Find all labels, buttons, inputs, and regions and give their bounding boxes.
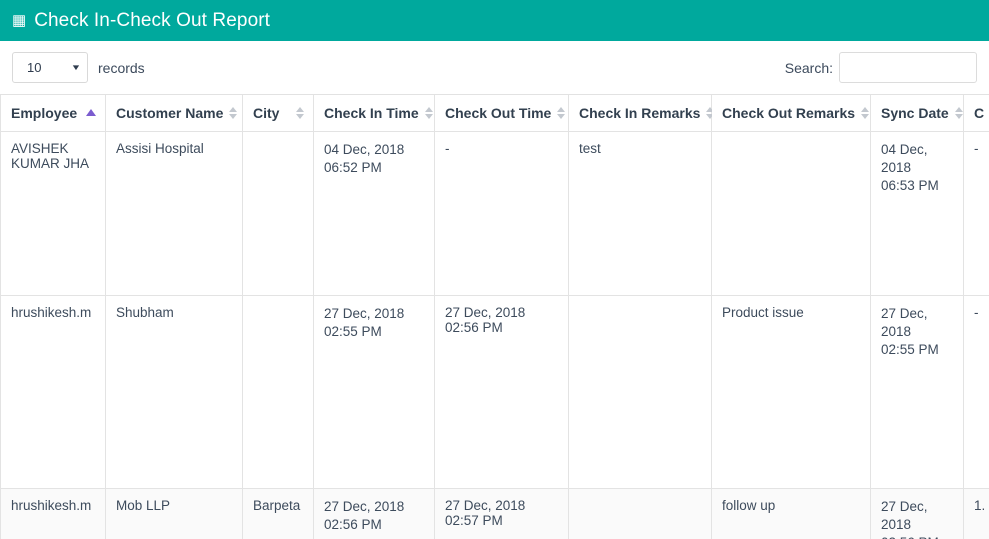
- cell-sync-date: 04 Dec, 2018 06:53 PM: [870, 131, 964, 296]
- table-row[interactable]: hrushikesh.m Mob LLP Barpeta 27 Dec, 201…: [0, 488, 989, 539]
- column-label-customer-name: Customer Name: [116, 104, 224, 121]
- table-header-row: Employee Customer Name City Check In Tim…: [0, 95, 989, 132]
- table-row[interactable]: AVISHEK KUMAR JHA Assisi Hospital 04 Dec…: [0, 131, 989, 296]
- check-in-check-out-table: Employee Customer Name City Check In Tim…: [0, 95, 989, 539]
- cell-employee: hrushikesh.m: [0, 295, 106, 489]
- cell-sync-date: 27 Dec, 2018 02:55 PM: [870, 295, 964, 489]
- cell-customer-name: Shubham: [105, 295, 243, 489]
- cell-clipped: 1.: [963, 488, 989, 539]
- cell-check-out-time: -: [434, 131, 569, 296]
- cell-customer-name: Mob LLP: [105, 488, 243, 539]
- cell-sync-date: 27 Dec, 2018 02:56 PM: [870, 488, 964, 539]
- cell-check-in-remarks: test: [568, 131, 712, 296]
- cell-check-out-time: 27 Dec, 2018 02:56 PM: [434, 295, 569, 489]
- sort-both-icon: [954, 106, 963, 119]
- sort-both-icon: [861, 106, 870, 119]
- check-in-clock: 02:56 PM: [324, 516, 382, 532]
- sync-clock: 02:56 PM: [881, 534, 954, 539]
- sort-ascending-icon: [86, 109, 96, 117]
- column-label-check-in-time: Check In Time: [324, 104, 419, 121]
- cell-check-out-remarks: [711, 131, 871, 296]
- sync-date: 27 Dec, 2018: [881, 305, 928, 339]
- page-title: Check In-Check Out Report: [34, 9, 271, 31]
- column-label-clipped: C: [974, 104, 985, 121]
- cell-employee: hrushikesh.m: [0, 488, 106, 539]
- search-input[interactable]: [839, 52, 977, 83]
- cell-city: [242, 295, 314, 489]
- sort-both-icon: [557, 106, 566, 119]
- cell-clipped: -: [963, 131, 989, 296]
- column-header-clipped[interactable]: C: [963, 95, 989, 132]
- sync-date: 27 Dec, 2018: [881, 498, 928, 532]
- report-table-container[interactable]: Employee Customer Name City Check In Tim…: [0, 94, 989, 539]
- column-header-check-out-remarks[interactable]: Check Out Remarks: [711, 95, 871, 132]
- column-header-check-in-remarks[interactable]: Check In Remarks: [568, 95, 715, 132]
- cell-check-in-remarks: [568, 488, 712, 539]
- table-grid-icon: ▦: [12, 12, 27, 29]
- search-label: Search:: [784, 59, 833, 76]
- cell-clipped: -: [963, 295, 989, 489]
- sort-both-icon: [424, 106, 433, 119]
- check-in-date: 27 Dec, 2018: [324, 305, 405, 321]
- cell-city: Barpeta: [242, 488, 314, 539]
- sort-both-icon: [296, 106, 304, 119]
- search-group: Search:: [785, 52, 977, 83]
- sort-both-icon: [229, 106, 238, 119]
- records-per-page-select[interactable]: 10 ▼: [12, 52, 88, 83]
- table-controls: 10 ▼ records Search:: [0, 41, 989, 94]
- column-header-employee[interactable]: Employee: [0, 95, 106, 132]
- table-body: AVISHEK KUMAR JHA Assisi Hospital 04 Dec…: [0, 131, 989, 539]
- column-header-customer-name[interactable]: Customer Name: [105, 95, 243, 132]
- table-row[interactable]: hrushikesh.m Shubham 27 Dec, 2018 02:55 …: [0, 295, 989, 489]
- column-label-sync-date: Sync Date: [881, 104, 949, 121]
- page-length-group: 10 ▼ records: [12, 52, 145, 83]
- check-in-clock: 02:55 PM: [324, 323, 382, 339]
- check-in-date: 27 Dec, 2018: [324, 498, 405, 514]
- column-label-city: City: [253, 104, 280, 121]
- cell-check-out-remarks: follow up: [711, 488, 871, 539]
- sync-clock: 06:53 PM: [881, 177, 939, 193]
- records-label: records: [98, 59, 145, 76]
- column-header-check-in-time[interactable]: Check In Time: [313, 95, 435, 132]
- column-label-employee: Employee: [11, 104, 78, 121]
- page-header: ▦ Check In-Check Out Report: [0, 0, 989, 41]
- cell-check-in-time: 27 Dec, 2018 02:56 PM: [313, 488, 435, 539]
- cell-customer-name: Assisi Hospital: [105, 131, 243, 296]
- sync-clock: 02:55 PM: [881, 341, 939, 357]
- table-head: Employee Customer Name City Check In Tim…: [0, 95, 989, 132]
- cell-check-in-remarks: [568, 295, 712, 489]
- cell-check-in-time: 04 Dec, 2018 06:52 PM: [313, 131, 435, 296]
- check-in-date: 04 Dec, 2018: [324, 141, 405, 157]
- column-label-check-in-remarks: Check In Remarks: [579, 104, 701, 121]
- cell-check-out-remarks: Product issue: [711, 295, 871, 489]
- cell-employee: AVISHEK KUMAR JHA: [0, 131, 106, 296]
- column-header-city[interactable]: City: [242, 95, 314, 132]
- cell-city: [242, 131, 314, 296]
- cell-check-out-time: 27 Dec, 2018 02:57 PM: [434, 488, 569, 539]
- column-label-check-out-remarks: Check Out Remarks: [722, 104, 856, 121]
- records-per-page-value: 10: [27, 60, 42, 75]
- column-header-check-out-time[interactable]: Check Out Time: [434, 95, 569, 132]
- column-header-sync-date[interactable]: Sync Date: [870, 95, 964, 132]
- column-label-check-out-time: Check Out Time: [445, 104, 552, 121]
- sync-date: 04 Dec, 2018: [881, 141, 928, 175]
- chevron-down-icon: ▼: [70, 62, 82, 72]
- check-in-clock: 06:52 PM: [324, 159, 382, 175]
- cell-check-in-time: 27 Dec, 2018 02:55 PM: [313, 295, 435, 489]
